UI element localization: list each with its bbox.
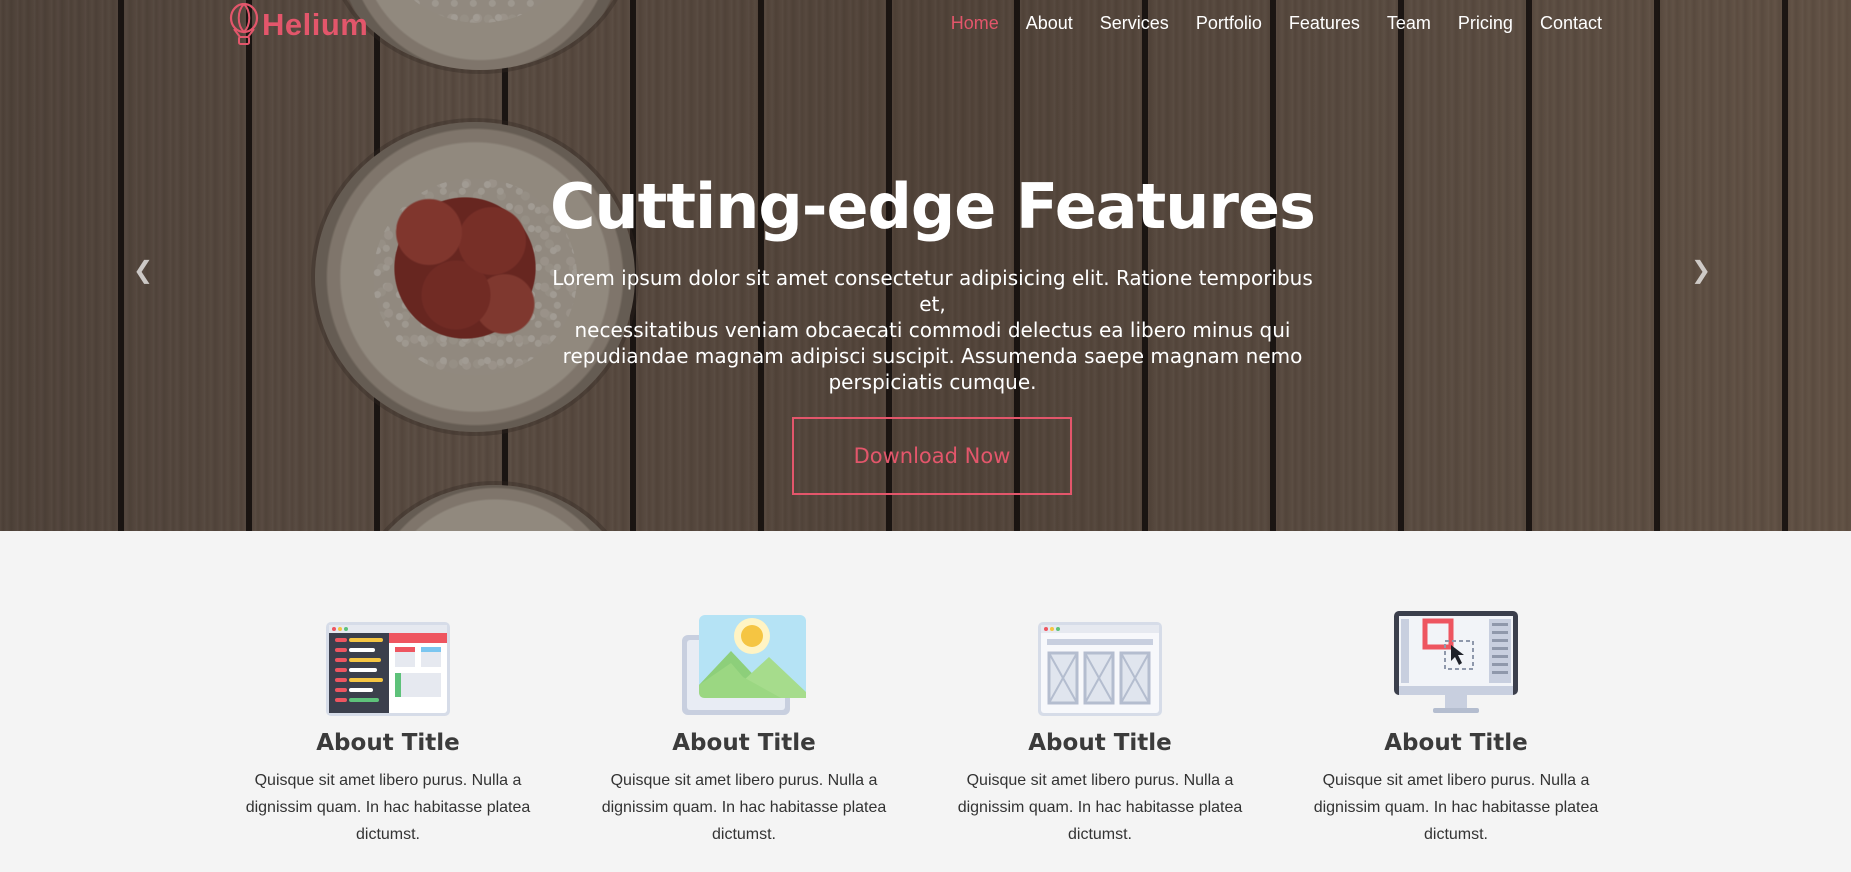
feature-text: Quisque sit amet libero purus. Nulla a d… (245, 772, 531, 843)
hero-text-line: repudiandae magnam adipisci suscipit. As… (562, 344, 1303, 368)
nav-item-portfolio[interactable]: Portfolio (1196, 13, 1262, 34)
feature-title: About Title (316, 730, 460, 756)
feature-text: Quisque sit amet libero purus. Nulla a d… (601, 772, 887, 843)
brand-name: Helium (262, 7, 369, 42)
hot-air-balloon-icon (229, 3, 259, 45)
wireframe-layout-icon (1038, 622, 1162, 716)
image-gallery-icon (682, 615, 806, 715)
nav-item-home[interactable]: Home (951, 13, 999, 34)
feature-title: About Title (1028, 730, 1172, 756)
nav-item-contact[interactable]: Contact (1540, 13, 1602, 34)
design-monitor-icon (1394, 611, 1518, 713)
feature-title: About Title (1384, 730, 1528, 756)
nav-item-about[interactable]: About (1026, 13, 1073, 34)
hero-text: Lorem ipsum dolor sit amet consectetur a… (548, 265, 1318, 395)
features-section: About Title Quisque sit amet libero puru… (0, 531, 1851, 872)
hero-section: Helium Home About Services Portfolio Fea… (0, 0, 1851, 531)
feature-text: Quisque sit amet libero purus. Nulla a d… (957, 772, 1243, 843)
download-now-button[interactable]: Download Now (792, 417, 1072, 495)
feature-text: Quisque sit amet libero purus. Nulla a d… (1313, 772, 1599, 843)
hero-title: Cutting-edge Features (550, 170, 1316, 243)
main-nav: Home About Services Portfolio Features T… (951, 13, 1602, 34)
hero-text-line: perspiciatis cumque. (828, 370, 1037, 394)
nav-item-services[interactable]: Services (1100, 13, 1169, 34)
brand-logo[interactable]: Helium (228, 3, 369, 46)
nav-item-team[interactable]: Team (1387, 13, 1431, 34)
hero-content: Cutting-edge Features Lorem ipsum dolor … (0, 170, 1851, 395)
feature-title: About Title (672, 730, 816, 756)
nav-item-features[interactable]: Features (1289, 13, 1360, 34)
hero-text-line: Lorem ipsum dolor sit amet consectetur a… (552, 266, 1313, 316)
nav-item-pricing[interactable]: Pricing (1458, 13, 1513, 34)
code-editor-icon (326, 622, 450, 716)
hero-text-line: necessitatibus veniam obcaecati commodi … (574, 318, 1291, 342)
